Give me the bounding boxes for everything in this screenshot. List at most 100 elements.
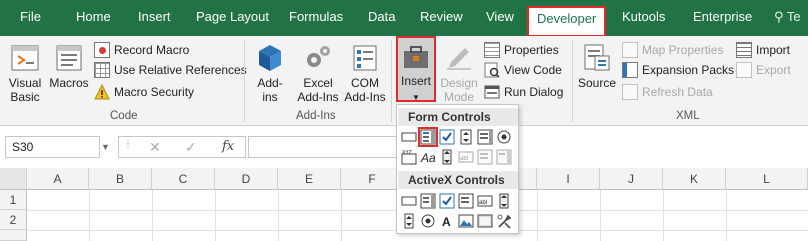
select-all-corner[interactable] — [0, 168, 27, 190]
column-gridline — [278, 190, 279, 241]
column-header[interactable]: L — [726, 168, 808, 190]
insert-controls-dropdown: Form Controls XYZ Aa abl ActiveX Control… — [396, 104, 519, 234]
export-button[interactable]: Export — [736, 60, 791, 80]
svg-text:Aa: Aa — [420, 151, 436, 165]
tell-me-box[interactable]: ⚲ Te — [774, 9, 801, 25]
group-separator — [244, 40, 245, 122]
properties-button[interactable]: Properties — [484, 40, 559, 60]
column-header[interactable]: J — [600, 168, 663, 190]
checkbox-control-icon[interactable] — [439, 129, 455, 145]
tab-formulas[interactable]: Formulas — [289, 9, 343, 24]
tab-enterprise[interactable]: Enterprise — [693, 9, 752, 24]
macro-security-button[interactable]: Macro Security — [94, 82, 194, 102]
column-header[interactable]: K — [663, 168, 726, 190]
activex-text-box-icon[interactable]: abl — [477, 193, 493, 209]
visual-basic-button[interactable]: Visual Basic — [4, 42, 46, 104]
column-header[interactable]: B — [89, 168, 152, 190]
insert-function-icon[interactable]: fx — [222, 139, 234, 154]
name-box-dropdown-icon[interactable]: ▼ — [101, 142, 110, 152]
tab-kutools[interactable]: Kutools — [622, 9, 665, 24]
macros-button[interactable]: Macros — [48, 42, 90, 90]
more-controls-icon[interactable] — [496, 213, 512, 229]
map-properties-icon — [622, 42, 638, 58]
macro-security-label: Macro Security — [114, 85, 195, 99]
enter-icon[interactable]: ✓ — [185, 139, 197, 156]
activex-list-box-icon[interactable] — [458, 193, 474, 209]
insert-controls-button[interactable]: Insert ▼ — [396, 36, 436, 102]
excel-add-ins-button[interactable]: Excel Add-Ins — [296, 42, 340, 104]
visual-basic-label: Visual Basic — [8, 76, 42, 104]
name-box[interactable]: S30 — [5, 136, 100, 158]
formula-input[interactable] — [248, 136, 403, 158]
command-button-control-icon[interactable] — [401, 193, 417, 209]
source-button[interactable]: Source — [576, 42, 618, 90]
svg-text:A: A — [442, 215, 451, 229]
chevron-down-icon: ▼ — [412, 93, 420, 102]
column-header[interactable]: F — [341, 168, 404, 190]
lightbulb-icon: ⚲ — [774, 9, 784, 24]
activex-checkbox-icon[interactable] — [439, 193, 455, 209]
column-gridline — [537, 190, 538, 241]
group-separator — [391, 40, 392, 122]
run-dialog-button[interactable]: Run Dialog — [484, 82, 563, 102]
activex-controls-header: ActiveX Controls — [398, 171, 518, 189]
refresh-data-icon — [622, 84, 638, 100]
list-box-control-icon[interactable] — [477, 129, 493, 145]
gears-icon — [307, 46, 330, 67]
tab-data[interactable]: Data — [368, 9, 395, 24]
column-header[interactable]: D — [215, 168, 278, 190]
tab-file[interactable]: File — [20, 9, 41, 24]
combo-dropdown-edit-control-icon[interactable] — [496, 149, 512, 165]
row-header[interactable] — [0, 230, 27, 241]
activex-toggle-button-icon[interactable] — [477, 213, 493, 229]
column-gridline — [663, 190, 664, 241]
refresh-data-button[interactable]: Refresh Data — [622, 82, 713, 102]
design-mode-button[interactable]: Design Mode — [438, 42, 480, 104]
column-gridline — [89, 190, 90, 241]
record-macro-button[interactable]: Record Macro — [94, 40, 189, 60]
map-properties-button[interactable]: Map Properties — [622, 40, 723, 60]
combo-list-edit-control-icon[interactable] — [477, 149, 493, 165]
column-gridline — [341, 190, 342, 241]
tab-insert[interactable]: Insert — [138, 9, 171, 24]
view-code-button[interactable]: View Code — [484, 60, 562, 80]
expansion-packs-button[interactable]: Expansion Packs — [622, 60, 734, 80]
tab-review[interactable]: Review — [420, 9, 463, 24]
properties-icon — [484, 42, 500, 58]
spin-button-control-icon[interactable] — [458, 129, 474, 145]
activex-label-icon[interactable]: A — [439, 213, 455, 229]
column-gridline — [600, 190, 601, 241]
activex-option-button-icon[interactable] — [420, 213, 436, 229]
tab-developer[interactable]: Developer — [527, 6, 607, 37]
row-header[interactable]: 1 — [0, 190, 27, 210]
row-header[interactable]: 2 — [0, 210, 27, 230]
column-header[interactable]: E — [278, 168, 341, 190]
activex-image-icon[interactable] — [458, 213, 474, 229]
more-options-icon[interactable]: ⋮ — [123, 139, 133, 150]
tab-home[interactable]: Home — [76, 9, 111, 24]
activex-scroll-bar-icon[interactable] — [496, 193, 512, 209]
com-add-ins-button[interactable]: COM Add-Ins — [343, 42, 387, 104]
column-header[interactable]: A — [27, 168, 89, 190]
text-field-control-icon[interactable]: abl — [458, 149, 474, 165]
group-label-code: Code — [110, 110, 138, 122]
add-ins-button[interactable]: Add-ins — [250, 42, 290, 104]
scroll-bar-control-icon[interactable] — [439, 149, 455, 165]
activex-combo-box-icon[interactable] — [420, 193, 436, 209]
option-button-control-icon[interactable] — [496, 129, 512, 145]
tab-view[interactable]: View — [486, 9, 514, 24]
import-button[interactable]: Import — [736, 40, 790, 60]
cancel-icon[interactable]: ✕ — [149, 139, 161, 156]
label-control-icon[interactable]: Aa — [420, 149, 436, 165]
tab-page-layout[interactable]: Page Layout — [196, 9, 269, 24]
activex-spin-button-icon[interactable] — [401, 213, 417, 229]
use-relative-references-button[interactable]: Use Relative References — [94, 60, 247, 80]
button-control-icon[interactable] — [401, 129, 417, 145]
run-dialog-label: Run Dialog — [504, 85, 564, 99]
expansion-packs-icon — [622, 62, 638, 78]
column-header[interactable]: I — [537, 168, 600, 190]
column-header[interactable]: C — [152, 168, 215, 190]
combo-box-control-icon[interactable] — [418, 127, 438, 147]
group-box-control-icon[interactable]: XYZ — [401, 149, 417, 165]
add-ins-icon — [259, 45, 281, 71]
